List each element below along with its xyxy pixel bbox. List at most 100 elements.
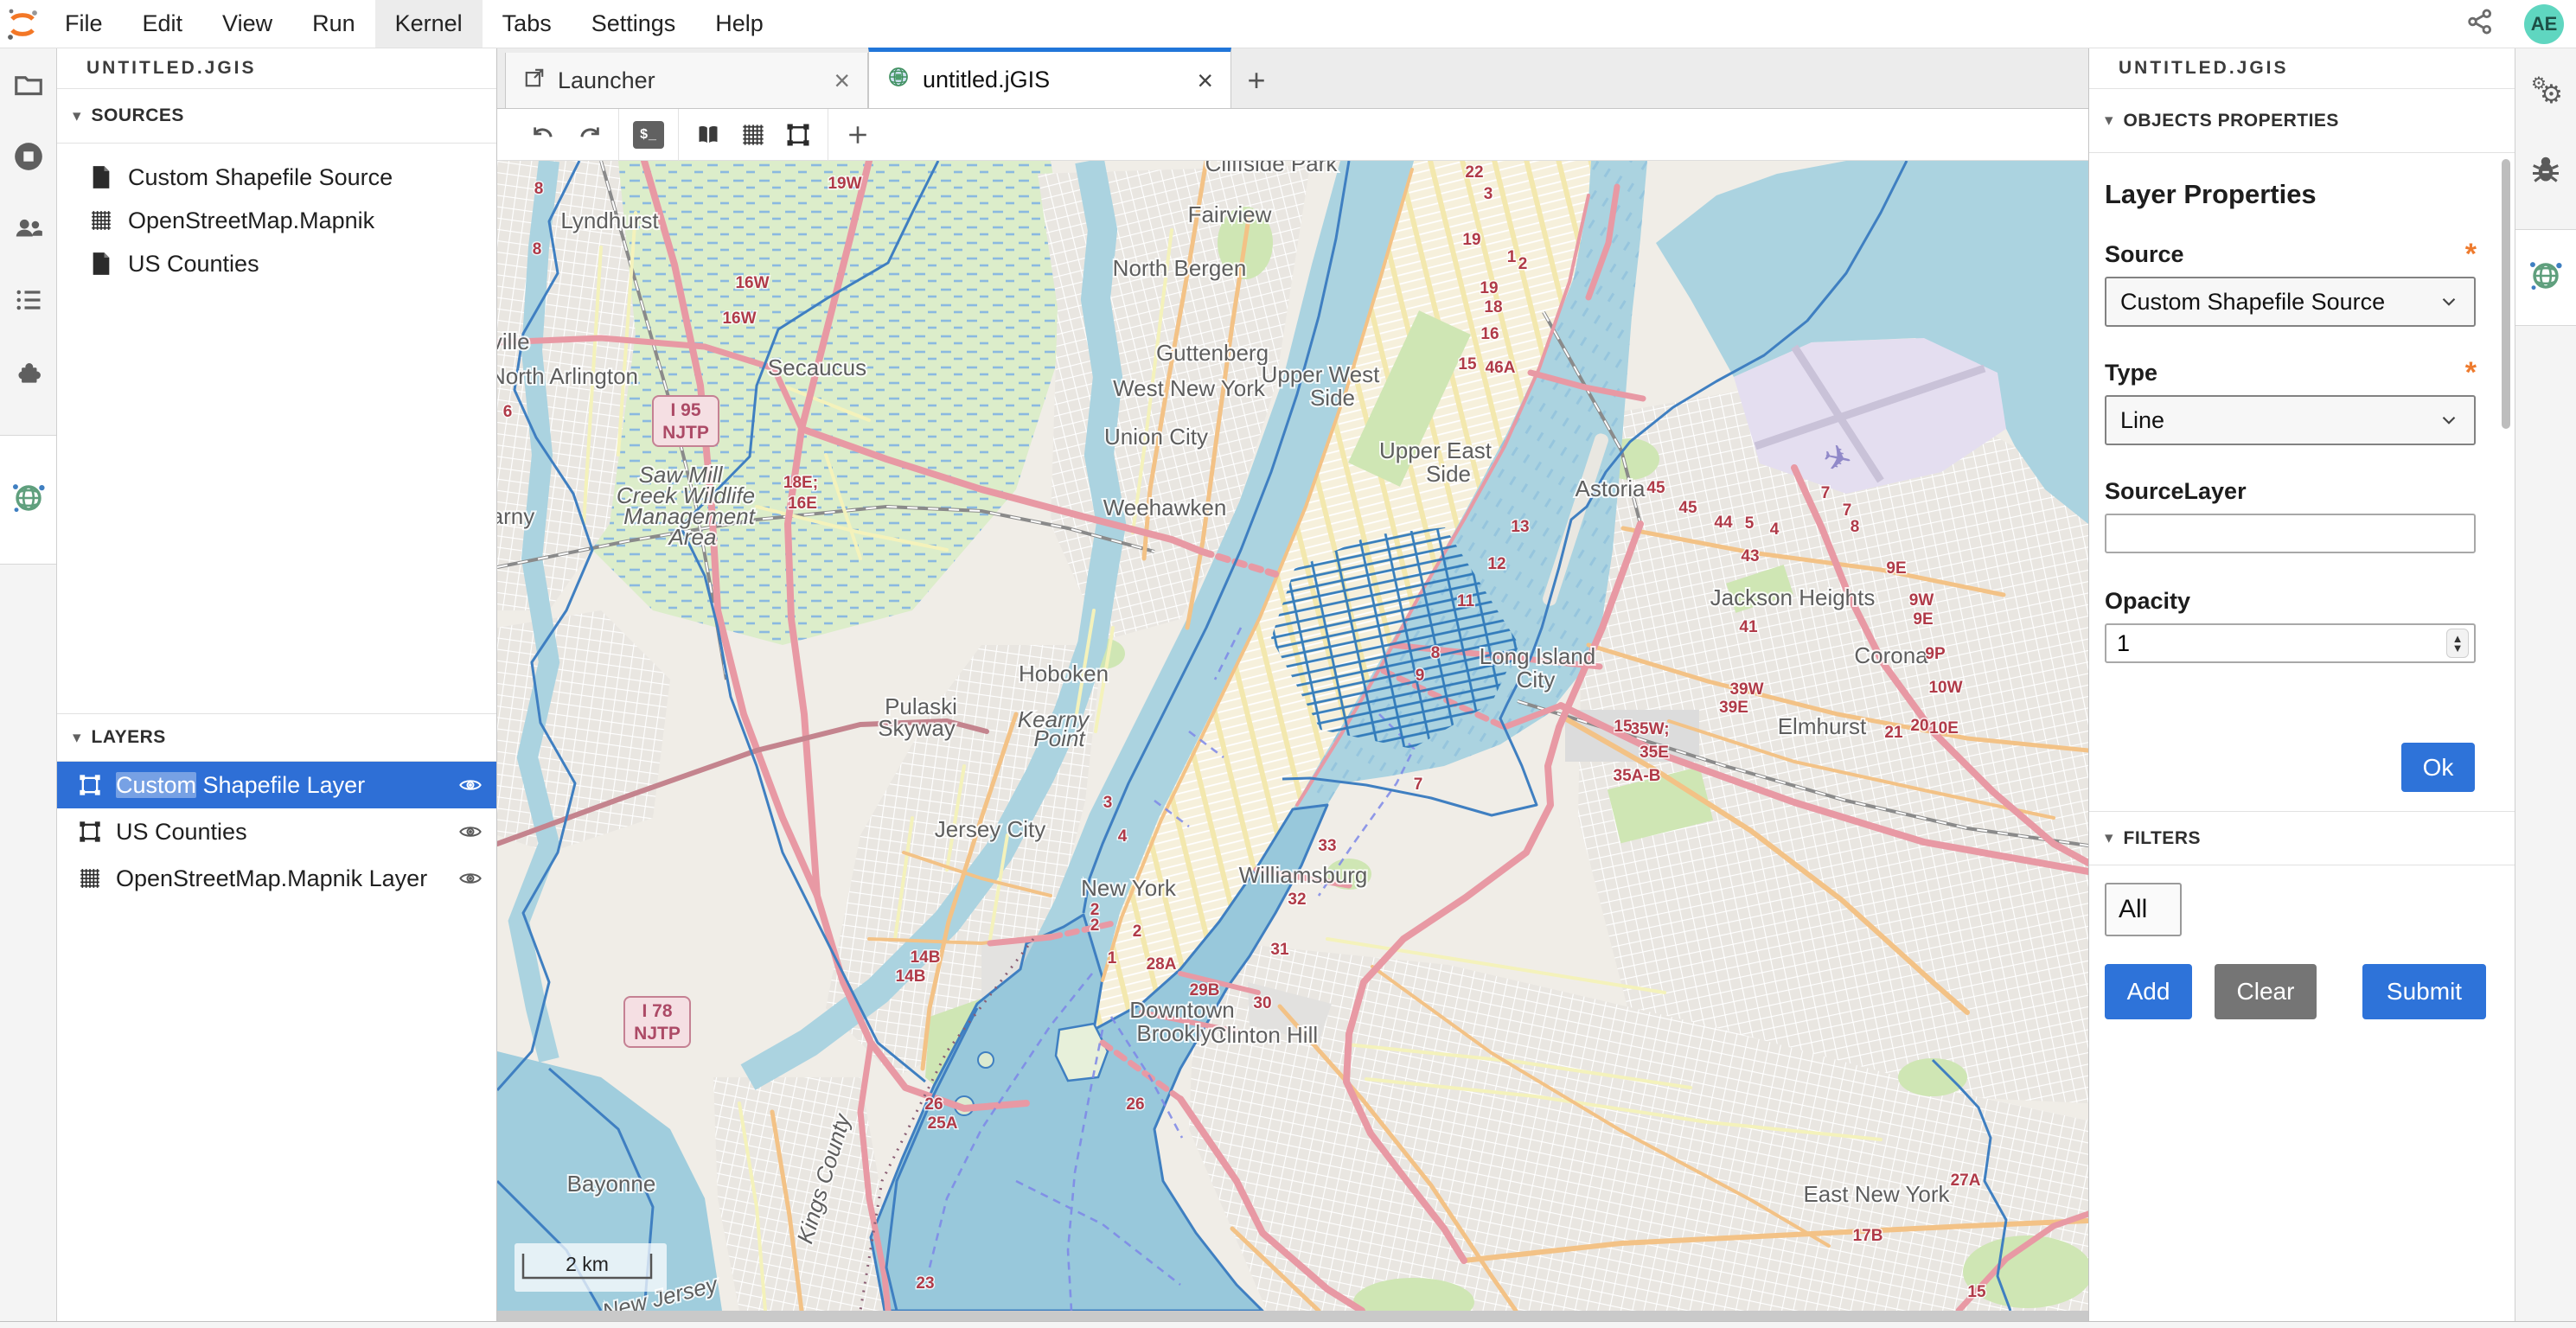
map-exit-label: 4 — [1770, 520, 1780, 539]
map-exit-label: 45 — [1678, 499, 1697, 517]
type-select[interactable]: Line — [2105, 395, 2476, 445]
layer-row-custom-shapefile[interactable]: Custom Shapefile Layer — [57, 762, 496, 808]
map-canvas[interactable]: ✈ — [497, 161, 2088, 1311]
map-exit-label: 26 — [924, 1095, 943, 1114]
map-exit-label: 45 — [1646, 479, 1665, 497]
map-place-label: Guttenberg — [1156, 340, 1269, 366]
debugger-bug-icon[interactable] — [2517, 128, 2574, 210]
filter-logic-select[interactable]: All — [2105, 883, 2182, 936]
map-exit-label: 8 — [534, 180, 544, 198]
menu-edit[interactable]: Edit — [123, 0, 203, 48]
visibility-eye-icon[interactable] — [458, 773, 483, 797]
filters-section-header[interactable]: ▾ FILTERS — [2089, 811, 2515, 865]
map-place-label: Secaucus — [768, 354, 866, 380]
map-exit-label: 14B — [911, 948, 941, 967]
menu-help[interactable]: Help — [695, 0, 783, 48]
close-icon[interactable]: × — [1197, 67, 1213, 94]
map-exit-label: 9E — [1886, 559, 1906, 578]
map-exit-label: 16W — [722, 310, 756, 328]
jgis-globe-icon[interactable] — [10, 480, 47, 520]
add-filter-button[interactable]: Add — [2105, 964, 2192, 1019]
grid-icon[interactable] — [731, 116, 776, 154]
source-item-osm-mapnik[interactable]: OpenStreetMap.Mapnik — [57, 199, 496, 242]
sources-title: SOURCES — [92, 105, 184, 126]
visibility-eye-icon[interactable] — [458, 820, 483, 844]
close-icon[interactable]: × — [834, 67, 850, 94]
number-stepper[interactable]: ▲▼ — [2446, 629, 2469, 658]
map-exit-label: 43 — [1741, 547, 1759, 565]
map-exit-label: 6 — [503, 403, 513, 421]
jgis-right-active — [2515, 229, 2576, 326]
scale-bar-label: 2 km — [566, 1253, 609, 1275]
map-exit-label: 4 — [1118, 827, 1128, 846]
map-exit-label: 10W — [1928, 679, 1962, 697]
map-exit-label: 46A — [1486, 359, 1516, 377]
layer-row-osm-mapnik[interactable]: OpenStreetMap.Mapnik Layer — [57, 855, 496, 902]
menu-run[interactable]: Run — [292, 0, 375, 48]
map-exit-label: 11 — [1457, 592, 1475, 610]
source-label: US Counties — [128, 251, 259, 278]
map-exit-label: 27A — [1951, 1172, 1981, 1190]
source-item-us-counties[interactable]: US Counties — [57, 242, 496, 285]
running-kernels-icon[interactable] — [0, 120, 57, 192]
visibility-eye-icon[interactable] — [458, 866, 483, 891]
new-tab-button[interactable]: + — [1231, 53, 1282, 108]
objects-properties-title: OBJECTS PROPERTIES — [2124, 111, 2339, 131]
menu-tabs[interactable]: Tabs — [483, 0, 572, 48]
jgis-globe-icon[interactable] — [2528, 258, 2564, 298]
layer-row-us-counties[interactable]: US Counties — [57, 808, 496, 855]
collaboration-icon[interactable] — [0, 192, 57, 264]
map-place-label: Skyway — [878, 715, 956, 741]
menu-file[interactable]: File — [45, 0, 123, 48]
map-place-label: New York — [1081, 875, 1177, 901]
submit-filter-button[interactable]: Submit — [2362, 964, 2486, 1019]
map-exit-label: 9W — [1909, 591, 1934, 610]
layers-section-header[interactable]: ▾ LAYERS — [57, 713, 496, 762]
objects-properties-header[interactable]: ▾ OBJECTS PROPERTIES — [2089, 89, 2515, 153]
ok-button[interactable]: Ok — [2401, 743, 2475, 792]
menu-kernel[interactable]: Kernel — [375, 0, 483, 48]
vector-square-icon[interactable] — [776, 116, 821, 154]
sources-list: Custom Shapefile Source OpenStreetMap.Ma… — [57, 144, 496, 285]
redo-icon[interactable] — [566, 116, 611, 154]
menu-view[interactable]: View — [202, 0, 292, 48]
map-place-label: West New York — [1113, 375, 1266, 401]
sources-section-header[interactable]: ▾ SOURCES — [57, 89, 496, 144]
source-item-custom-shapefile[interactable]: Custom Shapefile Source — [57, 156, 496, 199]
left-activity-rail — [0, 48, 57, 1321]
chevron-down-icon: ▾ — [2105, 111, 2113, 131]
avatar[interactable]: AE — [2524, 4, 2564, 44]
console-icon[interactable]: $_ — [626, 116, 671, 154]
add-icon[interactable] — [835, 116, 880, 154]
map-exit-label: 31 — [1270, 941, 1289, 959]
source-select-value: Custom Shapefile Source — [2120, 289, 2385, 316]
source-select[interactable]: Custom Shapefile Source — [2105, 277, 2476, 327]
map-place-label: Cliffside Park — [1205, 161, 1339, 176]
opacity-input[interactable]: 1 ▲▼ — [2105, 623, 2476, 663]
map-exit-label: 19W — [828, 175, 861, 193]
share-icon[interactable] — [2465, 7, 2495, 41]
undo-icon[interactable] — [521, 116, 566, 154]
highway-shield: I 95NJTP — [653, 396, 719, 446]
menu-settings[interactable]: Settings — [572, 0, 696, 48]
chevron-down-icon: ▾ — [2105, 828, 2113, 848]
tab-untitled-jgis[interactable]: untitled.jGIS × — [868, 48, 1231, 108]
map-place-label: Corona — [1854, 642, 1928, 668]
tab-launcher[interactable]: Launcher × — [505, 53, 868, 108]
file-browser-icon[interactable] — [0, 48, 57, 120]
extensions-icon[interactable] — [0, 335, 57, 407]
map-place-label: Lyndhurst — [560, 208, 659, 233]
map-exit-label: 12 — [1487, 555, 1505, 573]
jgis-sidebar-active — [0, 435, 56, 565]
sourcelayer-input[interactable] — [2105, 514, 2476, 553]
chevron-down-icon: ▾ — [73, 728, 81, 748]
map-exit-label: 19 — [1462, 231, 1480, 249]
property-inspector-icon[interactable]: ⚙ ⚙ — [2517, 59, 2574, 128]
map-exit-label: 9E — [1913, 610, 1933, 629]
scrollbar-thumb[interactable] — [2502, 159, 2510, 429]
clear-filter-button[interactable]: Clear — [2215, 964, 2317, 1019]
vector-square-icon — [76, 773, 104, 797]
file-icon — [88, 165, 114, 189]
table-of-contents-icon[interactable] — [0, 264, 57, 335]
identify-book-icon[interactable] — [686, 116, 731, 154]
